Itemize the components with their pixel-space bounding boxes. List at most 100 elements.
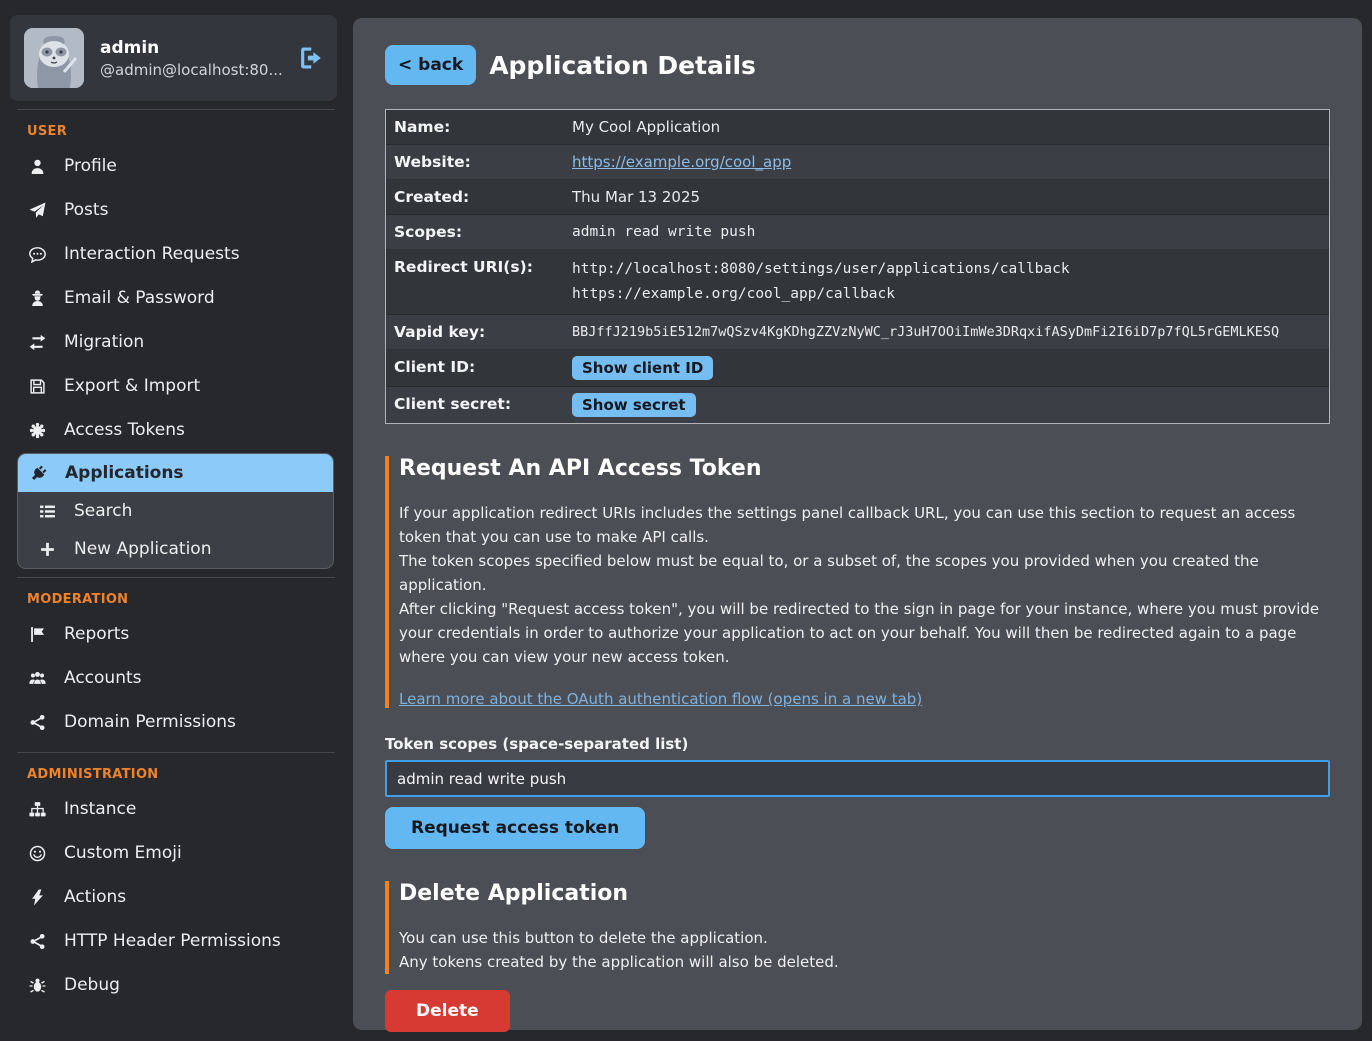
row-value: BBJffJ219b5iE512m7wQSzv4KgKDhgZZVzNyWC_r… (572, 322, 1279, 342)
redirect-uri: http://localhost:8080/settings/user/appl… (572, 257, 1070, 282)
token-section-paragraph: If your application redirect URIs includ… (399, 501, 1330, 549)
row-label: Website: (394, 152, 572, 172)
page-title: Application Details (489, 51, 756, 80)
user-name: admin (100, 38, 283, 58)
user-card[interactable]: admin @admin@localhost:80... (10, 15, 337, 101)
table-row-redirect-uri-s: Redirect URI(s):http://localhost:8080/se… (386, 250, 1329, 315)
sidebar-item-label: Posts (64, 200, 108, 220)
sidebar-item-search[interactable]: Search (18, 492, 333, 530)
sidebar-section-label-administration: ADMINISTRATION (0, 755, 345, 787)
oauth-learn-more-link[interactable]: Learn more about the OAuth authenticatio… (399, 690, 922, 708)
row-value: My Cool Application (572, 117, 720, 137)
sidebar-item-reports[interactable]: Reports (0, 612, 345, 656)
table-row-website: Website:https://example.org/cool_app (386, 145, 1329, 180)
sign-out-icon[interactable] (299, 46, 323, 70)
sidebar-item-label: Applications (65, 463, 184, 483)
delete-button[interactable]: Delete (385, 990, 510, 1032)
delete-section-text: You can use this button to delete the ap… (399, 926, 1330, 974)
sidebar-item-custom-emoji[interactable]: Custom Emoji (0, 831, 345, 875)
sidebar-item-label: Access Tokens (64, 420, 185, 440)
token-section-block: Request An API Access Token If your appl… (385, 456, 1330, 708)
sidebar-item-label: HTTP Header Permissions (64, 931, 281, 951)
sidebar-item-posts[interactable]: Posts (0, 188, 345, 232)
users-icon (28, 670, 47, 687)
comment-dots-icon (28, 246, 47, 263)
list-icon (38, 503, 57, 520)
show-secret-button[interactable]: Show secret (572, 393, 696, 417)
smiley-icon (28, 845, 47, 862)
sidebar-group-applications: Applications Search New Application (17, 453, 334, 569)
bolt-icon (28, 889, 47, 906)
bug-icon (28, 977, 47, 994)
sidebar-item-accounts[interactable]: Accounts (0, 656, 345, 700)
token-scopes-label: Token scopes (space-separated list) (385, 735, 1330, 753)
table-row-client-id: Client ID:Show client ID (386, 350, 1329, 387)
show-client-id-button[interactable]: Show client ID (572, 356, 713, 380)
row-label: Redirect URI(s): (394, 257, 572, 277)
back-button[interactable]: < back (385, 45, 476, 85)
sidebar-item-label: Debug (64, 975, 120, 995)
sidebar-item-new-application[interactable]: New Application (18, 530, 333, 568)
sloth-avatar (24, 28, 84, 88)
sidebar-item-label: Reports (64, 624, 129, 644)
sidebar-item-label: Migration (64, 332, 144, 352)
sidebar-item-domain-permissions[interactable]: Domain Permissions (0, 700, 345, 744)
sidebar-item-applications[interactable]: Applications (18, 454, 333, 492)
sidebar-item-export-import[interactable]: Export & Import (0, 364, 345, 408)
floppy-disk-icon (28, 378, 47, 395)
sidebar-item-label: Profile (64, 156, 117, 176)
sidebar-item-label: Actions (64, 887, 126, 907)
token-scopes-input[interactable] (385, 760, 1330, 797)
share-nodes-icon (28, 714, 47, 731)
sidebar-divider (17, 752, 335, 753)
sidebar-item-http-header-permissions[interactable]: HTTP Header Permissions (0, 919, 345, 963)
user-handle: @admin@localhost:80... (100, 61, 283, 79)
sidebar: admin @admin@localhost:80... USER Profile… (0, 0, 345, 1041)
delete-section-line: Any tokens created by the application wi… (399, 950, 1330, 974)
user-secret-icon (28, 290, 47, 307)
sidebar-item-debug[interactable]: Debug (0, 963, 345, 1007)
sidebar-divider (17, 109, 335, 110)
sidebar-item-label: Search (74, 501, 132, 521)
token-section-paragraph: The token scopes specified below must be… (399, 549, 1330, 597)
table-row-client-secret: Client secret:Show secret (386, 387, 1329, 423)
delete-section-block: Delete Application You can use this butt… (385, 881, 1330, 974)
sidebar-item-label: Domain Permissions (64, 712, 236, 732)
plus-icon (38, 541, 57, 558)
table-row-scopes: Scopes:admin read write push (386, 215, 1329, 250)
table-row-vapid-key: Vapid key:BBJffJ219b5iE512m7wQSzv4KgKDhg… (386, 315, 1329, 350)
row-label: Client secret: (394, 394, 572, 414)
user-names: admin @admin@localhost:80... (100, 38, 283, 79)
token-section-paragraph: After clicking "Request access token", y… (399, 597, 1330, 669)
application-details-table: Name:My Cool ApplicationWebsite:https://… (385, 109, 1330, 424)
paper-plane-icon (28, 202, 47, 219)
token-section-heading: Request An API Access Token (399, 456, 1330, 481)
token-section: Request An API Access Token If your appl… (385, 456, 1330, 849)
flag-icon (28, 626, 47, 643)
row-label: Created: (394, 187, 572, 207)
sidebar-item-interaction-requests[interactable]: Interaction Requests (0, 232, 345, 276)
row-label: Name: (394, 117, 572, 137)
redirect-uri: https://example.org/cool_app/callback (572, 282, 1070, 307)
sidebar-item-label: Custom Emoji (64, 843, 182, 863)
sidebar-item-access-tokens[interactable]: Access Tokens (0, 408, 345, 452)
user-icon (28, 158, 47, 175)
row-value: http://localhost:8080/settings/user/appl… (572, 257, 1070, 307)
settings-page: admin @admin@localhost:80... USER Profile… (0, 0, 1372, 1041)
sidebar-section-label-moderation: MODERATION (0, 580, 345, 612)
transfer-arrows-icon (28, 334, 47, 351)
sidebar-item-migration[interactable]: Migration (0, 320, 345, 364)
sidebar-item-email-password[interactable]: Email & Password (0, 276, 345, 320)
sidebar-section-label-user: USER (0, 112, 345, 144)
sidebar-item-label: Instance (64, 799, 136, 819)
row-label: Vapid key: (394, 322, 572, 342)
sidebar-item-label: Accounts (64, 668, 142, 688)
sidebar-item-actions[interactable]: Actions (0, 875, 345, 919)
request-access-token-button[interactable]: Request access token (385, 807, 645, 849)
sidebar-item-profile[interactable]: Profile (0, 144, 345, 188)
sidebar-item-label: Export & Import (64, 376, 200, 396)
sidebar-item-instance[interactable]: Instance (0, 787, 345, 831)
main-panel: < back Application Details Name:My Cool … (353, 18, 1362, 1030)
website-link[interactable]: https://example.org/cool_app (572, 153, 791, 171)
row-value: Thu Mar 13 2025 (572, 187, 700, 207)
